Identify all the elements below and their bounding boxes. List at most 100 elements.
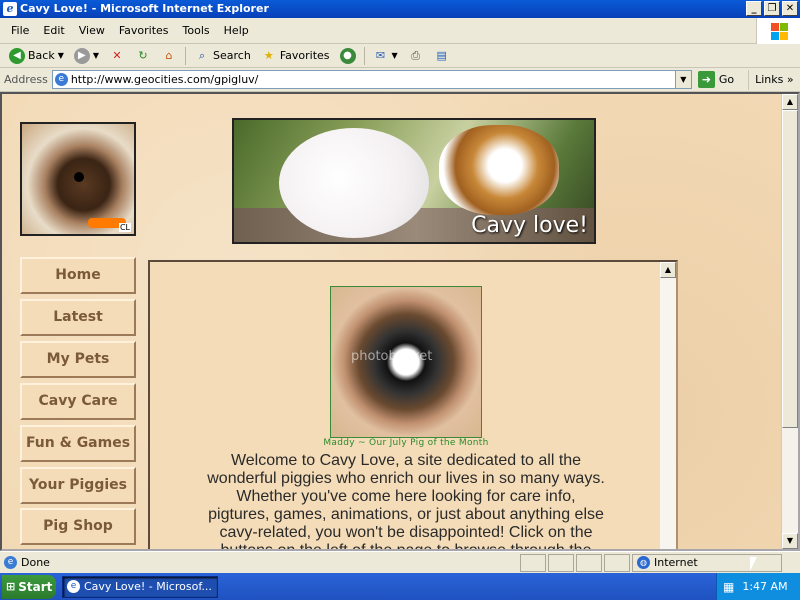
favorites-button[interactable]: ★ Favorites: [256, 45, 335, 67]
status-pane: [548, 553, 574, 572]
window-controls: _ ❐ ✕: [746, 1, 798, 16]
network-icon[interactable]: ▦: [723, 580, 734, 594]
security-zone: ◍ Internet: [632, 553, 782, 572]
clock[interactable]: 1:47 AM: [742, 580, 787, 593]
taskbar-ie-window[interactable]: e Cavy Love! - Microsof...: [62, 575, 218, 598]
windows-logo-icon: [756, 18, 800, 44]
nav-cavy-care-button[interactable]: Cavy Care: [20, 383, 136, 420]
edit-button[interactable]: ▤: [429, 45, 455, 67]
toolbar-separator: [363, 46, 365, 65]
address-input[interactable]: e http://www.geocities.com/gpigluv/ ▼: [51, 70, 692, 89]
go-arrow-icon: ➜: [697, 71, 715, 88]
page-viewport: CL Cavy love! Home Latest My Pets Cavy C…: [0, 92, 800, 551]
links-label: Links: [755, 72, 784, 86]
go-button[interactable]: ➜ Go: [697, 71, 735, 88]
restore-button[interactable]: ❐: [764, 1, 780, 16]
tan-white-guinea-pig: [439, 125, 559, 215]
guinea-pig-logo-image[interactable]: CL: [20, 122, 136, 236]
search-label: Search: [213, 49, 251, 62]
header-banner-image: Cavy love!: [232, 118, 596, 244]
menu-help[interactable]: Help: [217, 24, 256, 37]
menu-file[interactable]: File: [4, 24, 36, 37]
page-scrollbar[interactable]: ▲ ▼: [781, 94, 798, 549]
ie-icon: e: [3, 2, 17, 16]
photo-caption: Maddy ~ Our July Pig of the Month: [323, 438, 489, 448]
ie-icon: e: [67, 580, 80, 593]
nav-fun-games-button[interactable]: Fun & Games: [20, 425, 136, 462]
print-button[interactable]: ⎙: [403, 45, 429, 67]
menu-view[interactable]: View: [72, 24, 112, 37]
status-bar: e Done ◍ Internet: [0, 551, 800, 573]
scroll-up-arrow-icon[interactable]: ▲: [660, 262, 676, 278]
mail-icon: ✉: [375, 48, 386, 62]
address-url: http://www.geocities.com/gpigluv/: [70, 73, 259, 86]
toolbar-separator: [185, 46, 187, 65]
chevron-down-icon: ▼: [391, 51, 398, 60]
windows-flag-icon: ⊞: [6, 580, 16, 593]
refresh-icon: ↻: [138, 48, 148, 62]
status-text: Done: [21, 556, 50, 569]
back-label: Back: [28, 49, 55, 62]
address-label: Address: [4, 73, 48, 86]
welcome-text: Welcome to Cavy Love, a site dedicated t…: [207, 452, 605, 551]
system-tray: ▦ 1:47 AM: [716, 573, 800, 600]
menu-bar: File Edit View Favorites Tools Help: [0, 18, 800, 44]
chevron-right-icon: »: [786, 72, 794, 86]
standard-toolbar: ◀ Back ▼ ▶ ▼ ✕ ↻ ⌂ ⌕ Search ★ Favorites …: [0, 44, 800, 68]
favorites-label: Favorites: [279, 49, 330, 62]
home-button[interactable]: ⌂: [156, 45, 182, 67]
search-icon: ⌕: [198, 48, 206, 62]
edit-icon: ▤: [436, 48, 447, 62]
nav-latest-button[interactable]: Latest: [20, 299, 136, 336]
mail-button[interactable]: ✉ ▼: [368, 45, 403, 67]
scroll-down-arrow-icon[interactable]: ▼: [782, 533, 798, 549]
media-icon: ●: [339, 47, 356, 64]
print-icon: ⎙: [411, 48, 421, 62]
address-bar: Address e http://www.geocities.com/gpigl…: [0, 68, 800, 92]
content-scrollbar[interactable]: ▲: [660, 262, 676, 549]
chevron-down-icon: ▼: [92, 51, 100, 60]
search-button[interactable]: ⌕ Search: [189, 45, 256, 67]
scroll-up-arrow-icon[interactable]: ▲: [782, 94, 798, 110]
internet-globe-icon: ◍: [637, 556, 650, 569]
page-done-icon: e: [4, 556, 17, 569]
nav-your-piggies-button[interactable]: Your Piggies: [20, 467, 136, 504]
photo-watermark: photobucket: [351, 349, 433, 364]
forward-arrow-icon: ▶: [73, 47, 90, 64]
zone-label: Internet: [654, 556, 698, 569]
menu-tools[interactable]: Tools: [176, 24, 217, 37]
start-label: Start: [18, 579, 53, 594]
start-button[interactable]: ⊞ Start: [2, 574, 56, 599]
address-dropdown-button[interactable]: ▼: [674, 71, 691, 88]
forward-button[interactable]: ▶ ▼: [69, 45, 104, 67]
pig-of-month-photo[interactable]: photobucket: [330, 286, 482, 438]
media-button[interactable]: ●: [335, 45, 361, 67]
window-titlebar: e Cavy Love! - Microsoft Internet Explor…: [0, 0, 800, 18]
stop-button[interactable]: ✕: [104, 45, 130, 67]
links-button[interactable]: Links »: [748, 69, 794, 90]
back-button[interactable]: ◀ Back ▼: [4, 45, 69, 67]
back-arrow-icon: ◀: [9, 47, 25, 64]
refresh-button[interactable]: ↻: [130, 45, 156, 67]
task-label: Cavy Love! - Microsof...: [84, 580, 212, 593]
page-icon: e: [54, 73, 68, 86]
scroll-thumb[interactable]: [782, 110, 798, 428]
nav-pig-shop-button[interactable]: Pig Shop: [20, 508, 136, 545]
home-icon: ⌂: [165, 48, 173, 62]
nav-my-pets-button[interactable]: My Pets: [20, 341, 136, 378]
status-pane: [520, 553, 546, 572]
white-guinea-pig: [279, 128, 429, 238]
menu-edit[interactable]: Edit: [36, 24, 71, 37]
minimize-button[interactable]: _: [746, 1, 762, 16]
nav-home-button[interactable]: Home: [20, 257, 136, 294]
pig-eye: [74, 172, 84, 182]
status-pane: [604, 553, 630, 572]
chevron-down-icon: ▼: [57, 51, 64, 60]
go-label: Go: [718, 73, 735, 86]
stop-icon: ✕: [112, 48, 122, 62]
menu-favorites[interactable]: Favorites: [112, 24, 176, 37]
content-iframe[interactable]: photobucket Maddy ~ Our July Pig of the …: [148, 260, 678, 551]
close-button[interactable]: ✕: [782, 1, 798, 16]
logo-tag: CL: [118, 223, 131, 232]
status-pane: [576, 553, 602, 572]
